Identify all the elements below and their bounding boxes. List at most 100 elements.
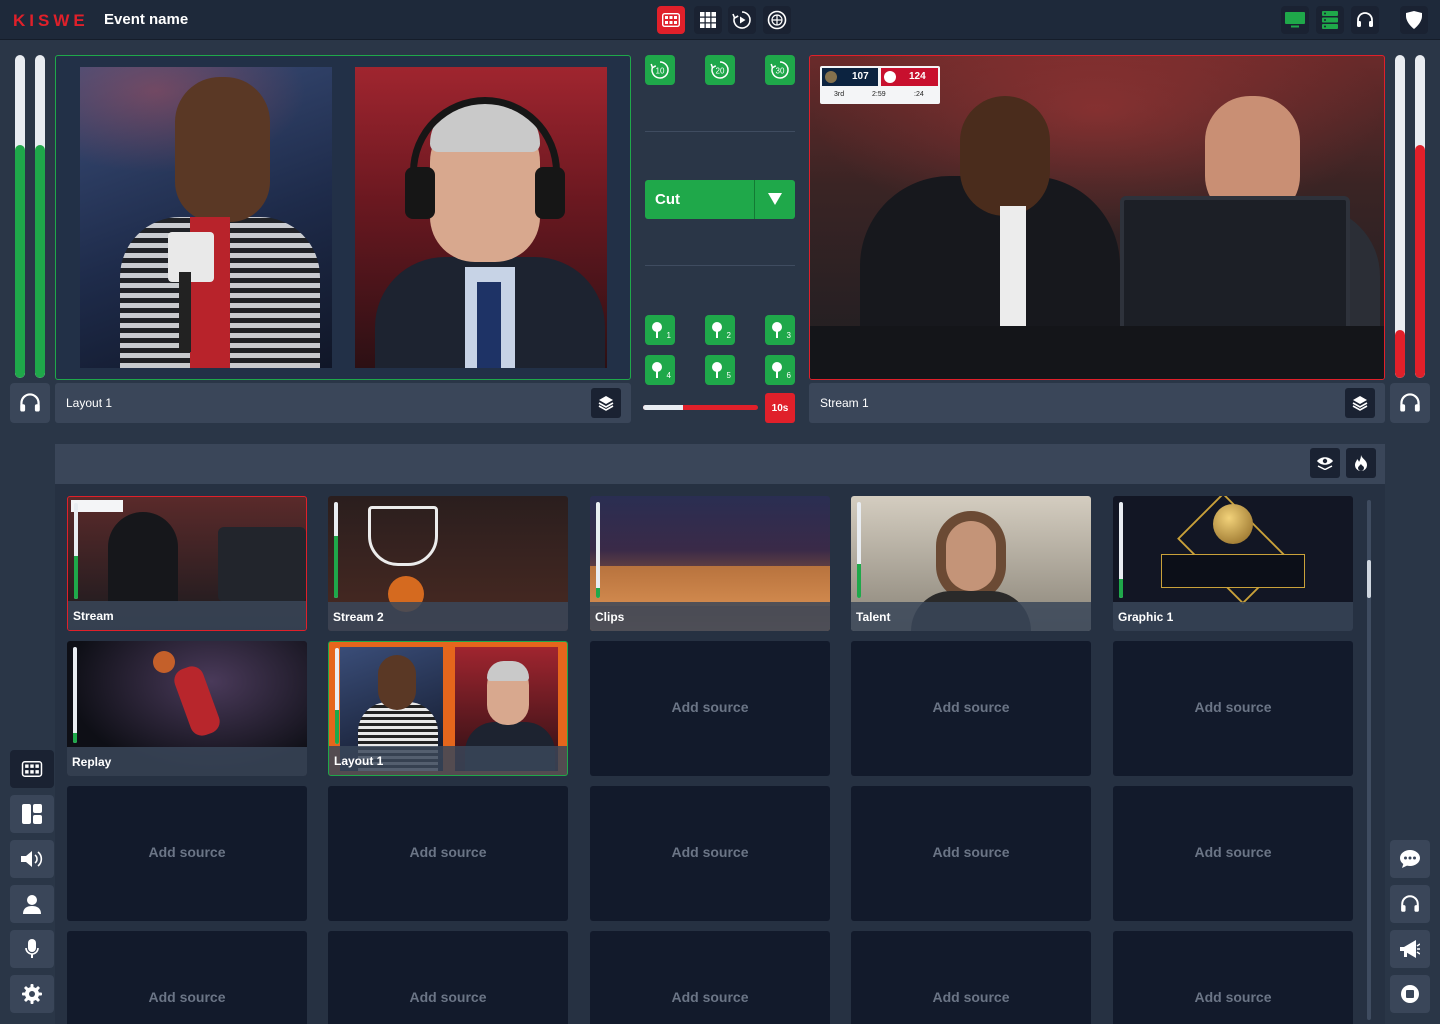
add-source-tile[interactable]: Add source [1113, 641, 1353, 776]
nav-layout[interactable] [10, 795, 54, 833]
nav-multiview[interactable] [10, 750, 54, 788]
scorebug-home-team: 124 [881, 68, 938, 86]
replay-30-button[interactable]: 30 [765, 55, 795, 85]
nav-intercom[interactable] [1390, 885, 1430, 923]
source-label: Graphic 1 [1118, 610, 1174, 624]
source-tile-talent[interactable]: Talent [851, 496, 1091, 631]
marker-pin-icon [652, 322, 662, 338]
tile-thumb [218, 527, 306, 602]
marker-pin-icon [712, 362, 722, 378]
source-audio-level [73, 733, 77, 743]
marker-5-button[interactable]: 5 [705, 355, 735, 385]
source-tile-graphic-1[interactable]: Graphic 1 [1113, 496, 1353, 631]
sources-scrollbar-thumb[interactable] [1367, 560, 1371, 598]
replay-20-button[interactable]: 20 [705, 55, 735, 85]
add-source-tile[interactable]: Add source [851, 931, 1091, 1024]
nav-announce[interactable] [1390, 930, 1430, 968]
program-monitor[interactable]: 107 124 3rd 2:59 :24 [809, 55, 1385, 380]
grid-button[interactable] [694, 6, 722, 34]
scorebug-home-score: 124 [909, 71, 926, 82]
grid-icon [700, 12, 716, 28]
preview-monitor[interactable] [55, 55, 631, 380]
source-tile-stream-2[interactable]: Stream 2 [328, 496, 568, 631]
marker-3-button[interactable]: 3 [765, 315, 795, 345]
server-button[interactable] [1316, 6, 1344, 34]
add-source-tile[interactable]: Add source [1113, 931, 1353, 1024]
add-source-tile[interactable]: Add source [590, 641, 830, 776]
marker-1-button[interactable]: 1 [645, 315, 675, 345]
preview-label-bar: Layout 1 [55, 383, 631, 423]
add-source-tile[interactable]: Add source [1113, 786, 1353, 921]
program-source-name: Stream 1 [820, 396, 869, 410]
sources-scrollbar[interactable] [1367, 500, 1371, 1020]
preview-visibility-button[interactable] [1310, 448, 1340, 478]
source-caption: Graphic 1 [1113, 602, 1353, 631]
marker-3-label: 3 [786, 331, 791, 340]
transition-duration-button[interactable]: 10s [765, 393, 795, 423]
nav-record[interactable] [1390, 975, 1430, 1013]
multiview-button[interactable] [657, 6, 685, 34]
nav-audio[interactable] [10, 840, 54, 878]
tile-thumb [487, 661, 529, 681]
monitor-button[interactable] [1281, 6, 1309, 34]
headphones-icon [1357, 12, 1373, 27]
headphones-button[interactable] [1351, 6, 1379, 34]
shield-button[interactable] [1400, 6, 1428, 34]
nav-talent[interactable] [10, 885, 54, 923]
web-button[interactable] [763, 6, 791, 34]
add-source-tile[interactable]: Add source [590, 786, 830, 921]
program-audio-meter-left [1395, 55, 1405, 378]
transition-slider[interactable] [643, 405, 758, 410]
source-tile-replay[interactable]: Replay [67, 641, 307, 776]
scorebug: 107 124 3rd 2:59 :24 [820, 66, 940, 104]
chevron-down-icon[interactable] [768, 193, 782, 205]
add-source-tile[interactable]: Add source [328, 786, 568, 921]
add-source-tile[interactable]: Add source [67, 786, 307, 921]
nav-chat[interactable] [1390, 840, 1430, 878]
program-layers-button[interactable] [1345, 388, 1375, 418]
add-source-tile[interactable]: Add source [328, 931, 568, 1024]
layers-icon [1352, 396, 1368, 411]
marker-6-button[interactable]: 6 [765, 355, 795, 385]
add-source-tile[interactable]: Add source [67, 931, 307, 1024]
controls-divider-bottom [645, 265, 795, 266]
add-source-label: Add source [671, 989, 749, 1005]
server-icon [1322, 11, 1338, 29]
layers-icon [598, 396, 614, 411]
source-tile-clips[interactable]: Clips [590, 496, 830, 631]
marker-2-button[interactable]: 2 [705, 315, 735, 345]
replay-10-button[interactable]: 10 [645, 55, 675, 85]
program-headphones-button[interactable] [1390, 383, 1430, 423]
cut-button[interactable]: Cut [645, 180, 795, 219]
add-source-tile[interactable]: Add source [851, 641, 1091, 776]
audio-icon [21, 851, 43, 867]
rewind-icon: 20 [710, 61, 729, 79]
graphic-banner [1161, 554, 1305, 588]
tile-thumb [108, 512, 178, 602]
eye-icon [1317, 457, 1333, 470]
add-source-tile[interactable]: Add source [851, 786, 1091, 921]
source-tile-layout-1[interactable]: Layout 1 [328, 641, 568, 776]
hot-button[interactable] [1346, 448, 1376, 478]
nav-settings[interactable] [10, 975, 54, 1013]
multiview-icon [21, 761, 43, 777]
marker-6-label: 6 [786, 371, 791, 380]
arena-floor [590, 566, 830, 606]
marker-4-button[interactable]: 4 [645, 355, 675, 385]
marker-4-label: 4 [666, 371, 671, 380]
controls-divider-top [645, 131, 795, 132]
program-photo-broadcast [810, 56, 1384, 379]
source-caption: Stream [68, 601, 306, 630]
add-source-tile[interactable]: Add source [590, 931, 830, 1024]
source-caption: Talent [851, 602, 1091, 631]
source-tile-stream[interactable]: Stream [67, 496, 307, 631]
replay-button[interactable] [728, 6, 756, 34]
source-caption: Clips [590, 602, 830, 631]
preview-headphones-button[interactable] [10, 383, 50, 423]
nav-microphone[interactable] [10, 930, 54, 968]
program-audio-level-left [1395, 329, 1405, 378]
replay-10-label: 10 [656, 67, 665, 76]
source-audio-level [1119, 578, 1123, 598]
sources-panel-header [55, 444, 1385, 484]
preview-layers-button[interactable] [591, 388, 621, 418]
